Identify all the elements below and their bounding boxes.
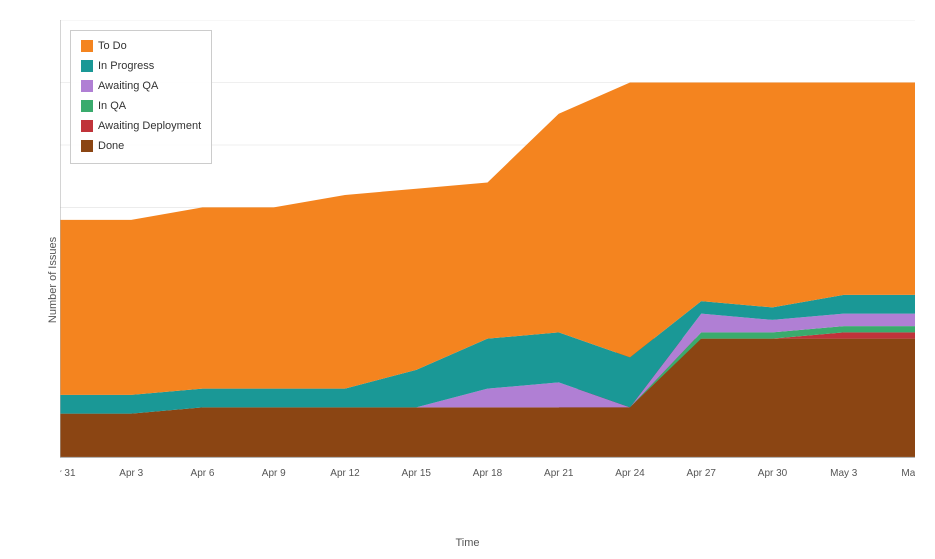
chart-container: Number of Issues Time [0, 0, 935, 559]
legend-color-awaitingdeploy [81, 120, 93, 132]
legend-item-inqa: In QA [81, 97, 201, 115]
legend-label-inprogress: In Progress [98, 57, 154, 75]
svg-text:May 3: May 3 [830, 468, 858, 479]
svg-text:Apr 6: Apr 6 [191, 468, 215, 479]
legend-label-todo: To Do [98, 37, 127, 55]
svg-text:Apr 3: Apr 3 [119, 468, 143, 479]
legend-label-awaitingdeploy: Awaiting Deployment [98, 117, 201, 135]
legend-item-todo: To Do [81, 37, 201, 55]
legend-color-done [81, 140, 93, 152]
svg-text:Apr 27: Apr 27 [687, 468, 717, 479]
svg-text:Apr 18: Apr 18 [473, 468, 503, 479]
legend-color-inqa [81, 100, 93, 112]
svg-text:Mar 31: Mar 31 [60, 468, 76, 479]
svg-text:Apr 21: Apr 21 [544, 468, 574, 479]
legend-item-awaitingqa: Awaiting QA [81, 77, 201, 95]
legend-color-todo [81, 40, 93, 52]
legend-item-inprogress: In Progress [81, 57, 201, 75]
legend-label-inqa: In QA [98, 97, 126, 115]
legend-label-done: Done [98, 137, 124, 155]
legend-item-done: Done [81, 137, 201, 155]
svg-text:May 6: May 6 [901, 468, 915, 479]
svg-text:Apr 12: Apr 12 [330, 468, 360, 479]
legend-color-awaitingqa [81, 80, 93, 92]
chart-legend: To Do In Progress Awaiting QA In QA Awai… [70, 30, 212, 164]
y-axis-label: Number of Issues [47, 236, 59, 322]
legend-label-awaitingqa: Awaiting QA [98, 77, 158, 95]
legend-item-awaitingdeploy: Awaiting Deployment [81, 117, 201, 135]
chart-area: 70 60 50 40 30 20 10 0 [60, 20, 915, 499]
svg-text:Apr 15: Apr 15 [402, 468, 432, 479]
svg-text:Apr 30: Apr 30 [758, 468, 788, 479]
svg-text:Apr 9: Apr 9 [262, 468, 286, 479]
svg-text:Apr 24: Apr 24 [615, 468, 645, 479]
legend-color-inprogress [81, 60, 93, 72]
x-axis-label: Time [455, 537, 479, 549]
